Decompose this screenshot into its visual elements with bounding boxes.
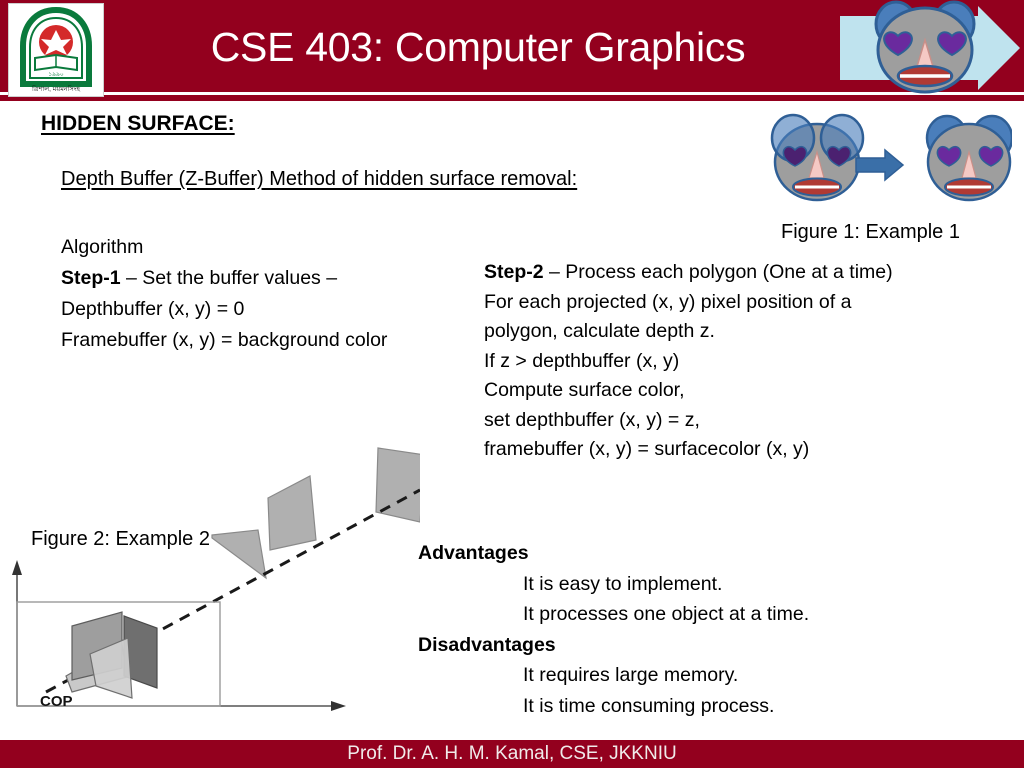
figure2-cop-label: COP [40,693,73,710]
figure2-axes [16,570,338,707]
step2-line: framebuffer (x, y) = surfacecolor (x, y) [484,438,810,460]
step2-line: set depthbuffer (x, y) = z, [484,408,700,431]
figure2-caption: Figure 2: Example 2 [31,528,210,550]
algorithm-line: Depthbuffer (x, y) = 0 [61,298,245,320]
algorithm-line: Framebuffer (x, y) = background color [61,329,388,351]
advantages-disadvantages-block: Advantages It is easy to implement. It p… [418,538,958,721]
figure2-illustration: COP [0,430,426,730]
figure2-scene-polygons [65,611,158,699]
step2-line: For each projected (x, y) pixel position… [484,290,852,313]
svg-text:ত্রিশাল, ময়মনসিংহ: ত্রিশাল, ময়মনসিংহ [31,85,81,93]
advantages-item: It processes one object at a time. [523,603,810,625]
slide: ১৯৯০ ত্রিশাল, ময়মনসিংহ CSE 403: Compute… [0,0,1024,768]
figure1-caption: Figure 1: Example 1 [781,221,960,243]
header-face-icon [874,0,976,94]
algorithm-block: Algorithm Step-1 – Set the buffer values… [61,232,481,356]
algorithm-title: Algorithm [61,236,144,258]
step1-text: – Set the buffer values – [120,267,338,289]
step1-label: Step-1 [61,267,121,289]
advantages-item: It is easy to implement. [523,572,723,595]
university-logo: ১৯৯০ ত্রিশাল, ময়মনসিংহ [8,3,104,97]
page-title: CSE 403: Computer Graphics [210,23,746,70]
figure1-illustration [722,112,1014,220]
figure1-transform-arrow-icon [855,148,905,182]
figure1-face-hidden-surfaces-removed-icon [925,114,1014,202]
footer-text: Prof. Dr. A. H. M. Kamal, CSE, JKKNIU [347,743,677,764]
figure2-exploded-polygons [211,447,426,580]
step2-line: If z > depthbuffer (x, y) [484,349,680,372]
figure2-y-axis-arrowhead [12,560,22,575]
figure2-x-axis-arrowhead [331,701,346,711]
svg-text:১৯৯০: ১৯৯০ [48,72,64,78]
step2-label: Step-2 [484,261,544,283]
step2-line: Compute surface color, [484,379,685,401]
subsection-heading: Depth Buffer (Z-Buffer) Method of hidden… [61,168,578,190]
step2-line: polygon, calculate depth z. [484,320,715,342]
disadvantages-item: It requires large memory. [523,664,739,686]
disadvantages-item: It is time consuming process. [523,694,775,717]
header-mascot-graphic [828,0,1024,96]
section-heading: HIDDEN SURFACE: [41,112,235,135]
step2-headline-text: – Process each polygon (One at a time) [543,261,893,283]
figure1-face-with-hidden-surfaces-icon [770,113,865,202]
algorithm-step1-line: Step-1 – Set the buffer values – [61,263,481,294]
step2-block: Step-2 – Process each polygon (One at a … [484,258,994,465]
step2-headline: Step-2 – Process each polygon (One at a … [484,258,994,288]
disadvantages-heading: Disadvantages [418,633,556,656]
advantages-heading: Advantages [418,542,529,564]
